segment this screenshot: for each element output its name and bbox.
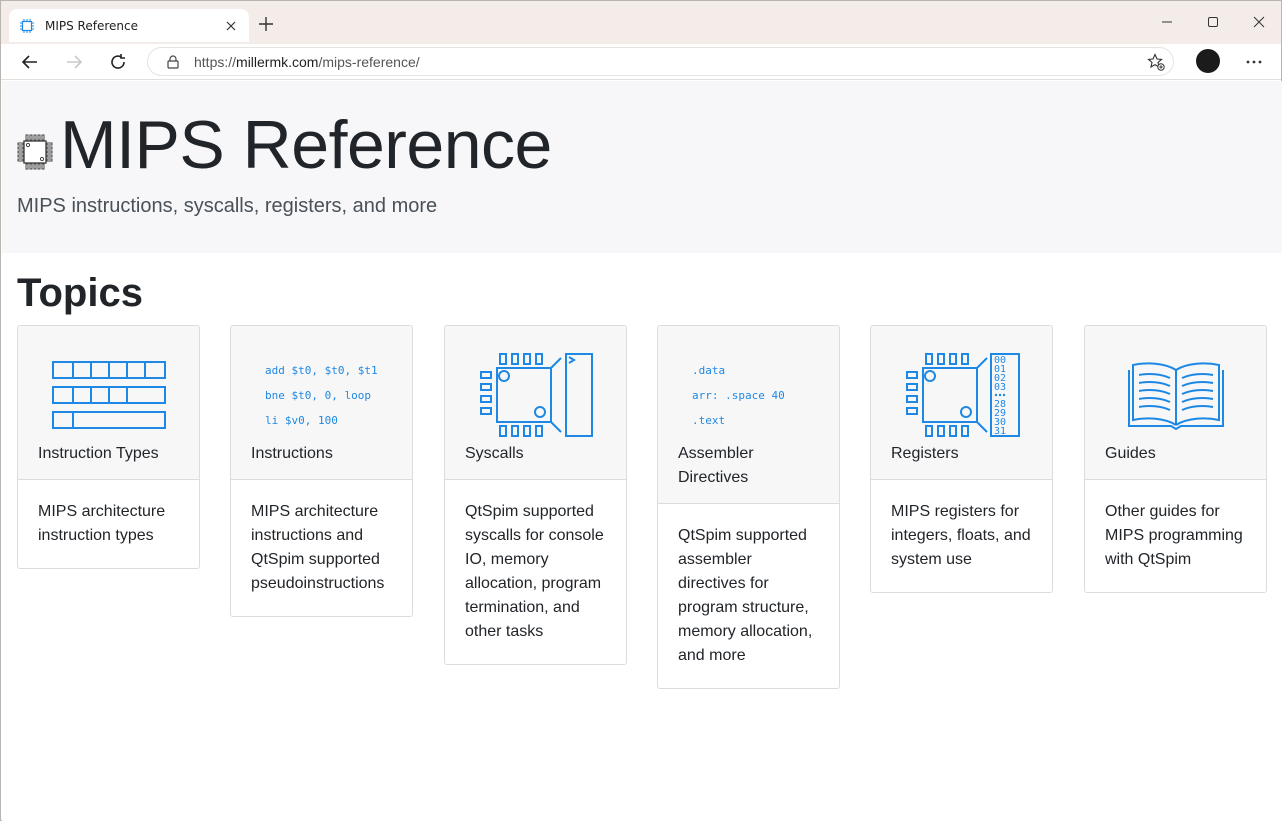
profile-avatar[interactable] (1196, 49, 1220, 73)
card-syscalls[interactable]: Syscalls QtSpim supported syscalls for c… (444, 325, 627, 665)
card-header: Guides (1085, 326, 1266, 480)
maximize-icon[interactable] (1201, 11, 1225, 33)
new-tab-icon[interactable] (256, 14, 276, 34)
code-line: arr: .space 40 (692, 389, 785, 402)
card-registers[interactable]: 00 01 02 03 28 29 30 31 Registers MIPS r… (870, 325, 1053, 593)
address-bar[interactable]: https://millermk.com/mips-reference/ (147, 47, 1174, 76)
card-description: Other guides for MIPS programming with Q… (1105, 503, 1243, 568)
register-label: 31 (994, 426, 1006, 437)
tab-title: MIPS Reference (45, 18, 138, 33)
card-title: Registers (891, 445, 959, 462)
card-instructions[interactable]: add $t0, $t0, $t1 bne $t0, 0, loop li $v… (230, 325, 413, 617)
minimize-icon[interactable] (1155, 11, 1179, 33)
card-description: QtSpim supported assembler directives fo… (678, 527, 813, 664)
browser-window: MIPS Reference https://millermk.com/mips… (0, 0, 1282, 821)
code-line: li $v0, 100 (265, 414, 338, 427)
add-favorite-icon[interactable] (1147, 53, 1165, 71)
chip-logo-icon (17, 134, 53, 170)
page-tagline: MIPS instructions, syscalls, registers, … (17, 195, 438, 217)
lock-icon[interactable] (166, 54, 180, 69)
browser-toolbar: https://millermk.com/mips-reference/ (1, 44, 1281, 80)
code-line: .data (692, 364, 726, 377)
more-options-icon[interactable] (1241, 49, 1267, 75)
card-header: 00 01 02 03 28 29 30 31 Registers (871, 326, 1052, 480)
code-line: .text (692, 414, 726, 427)
registers-chip-icon: 00 01 02 03 28 29 30 31 (871, 326, 1052, 442)
card-instruction-types[interactable]: Instruction Types MIPS architecture inst… (17, 325, 200, 569)
close-tab-icon[interactable] (221, 16, 241, 36)
close-window-icon[interactable] (1247, 11, 1271, 33)
instructions-code-art: add $t0, $t0, $t1 bne $t0, 0, loop li $v… (231, 326, 412, 442)
instruction-types-icon (18, 326, 199, 442)
card-header: add $t0, $t0, $t1 bne $t0, 0, loop li $v… (231, 326, 412, 480)
url-text: https://millermk.com/mips-reference/ (194, 53, 420, 70)
card-description: MIPS registers for integers, floats, and… (891, 503, 1031, 568)
card-title: Guides (1105, 445, 1156, 462)
code-line: bne $t0, 0, loop (265, 389, 371, 402)
card-description: MIPS architecture instruction types (38, 503, 166, 544)
code-line: add $t0, $t0, $t1 (265, 364, 378, 377)
card-description: QtSpim supported syscalls for console IO… (465, 503, 604, 640)
card-assembler-directives[interactable]: .data arr: .space 40 .text Assembler Dir… (657, 325, 840, 689)
forward-arrow-icon[interactable] (61, 49, 87, 75)
refresh-icon[interactable] (105, 49, 131, 75)
open-book-icon (1085, 326, 1266, 442)
card-title: Instructions (251, 445, 333, 462)
card-header: .data arr: .space 40 .text Assembler Dir… (658, 326, 839, 504)
register-label: 03 (994, 382, 1006, 393)
card-title: Instruction Types (38, 445, 159, 462)
card-header: Instruction Types (18, 326, 199, 480)
tab-strip: MIPS Reference (1, 1, 1281, 44)
topics-heading: Topics (17, 271, 143, 315)
card-header: Syscalls (445, 326, 626, 480)
jumbotron: MIPS Reference MIPS instructions, syscal… (2, 81, 1282, 253)
back-arrow-icon[interactable] (17, 49, 43, 75)
directives-code-art: .data arr: .space 40 .text (658, 326, 839, 442)
browser-tab[interactable]: MIPS Reference (9, 9, 249, 42)
chip-favicon-icon (19, 18, 35, 34)
card-title: Assembler Directives (678, 445, 754, 486)
syscalls-chip-terminal-icon (445, 326, 626, 442)
page-title: MIPS Reference (60, 107, 552, 183)
card-guides[interactable]: Guides Other guides for MIPS programming… (1084, 325, 1267, 593)
card-description: MIPS architecture instructions and QtSpi… (251, 503, 385, 592)
card-title: Syscalls (465, 445, 524, 462)
page-content: MIPS Reference MIPS instructions, syscal… (2, 81, 1282, 821)
